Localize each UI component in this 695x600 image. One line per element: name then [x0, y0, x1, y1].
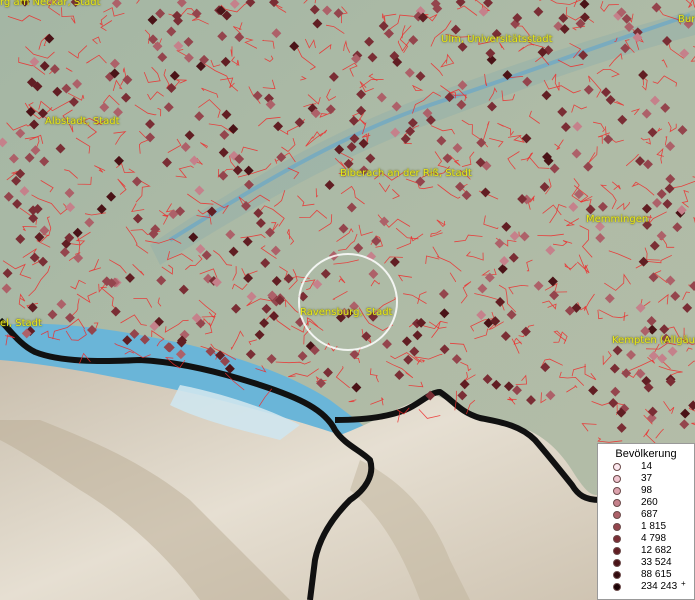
- legend-item: 687: [598, 509, 694, 521]
- legend-value: 234 243: [641, 581, 678, 592]
- legend-item: 37: [598, 473, 694, 485]
- legend-swatch: [613, 499, 621, 507]
- legend-title: Bevölkerung: [615, 448, 677, 460]
- legend-swatch: [613, 535, 621, 543]
- legend-value: 98: [641, 485, 653, 496]
- city-label-kempten[interactable]: Kempten (Allgäu): [612, 335, 695, 346]
- city-label-heilbronn[interactable]: rg am Neckar, Stadt: [0, 0, 101, 8]
- legend-value: 37: [641, 473, 653, 484]
- legend-swatch: [613, 475, 621, 483]
- city-label-memmingen[interactable]: Memmingen: [586, 214, 648, 225]
- legend-swatch: [613, 583, 621, 591]
- city-label-albstadt[interactable]: Albstadt, Stadt: [45, 116, 120, 127]
- legend-item: 14: [598, 461, 694, 473]
- legend-item: 260: [598, 497, 694, 509]
- legend-swatch: [613, 463, 621, 471]
- legend-value: 33 524: [641, 557, 672, 568]
- city-label-edge-left[interactable]: el, Stadt: [0, 318, 42, 329]
- city-label-edge-right[interactable]: Bur: [678, 14, 695, 25]
- legend-swatch: [613, 559, 621, 567]
- legend-value: 12 682: [641, 545, 672, 556]
- legend-value: 260: [641, 497, 658, 508]
- legend-item: 88 615: [598, 569, 694, 581]
- city-label-ulm[interactable]: Ulm, Universitätsstadt: [441, 34, 553, 45]
- legend-swatch: [613, 571, 621, 579]
- legend-value: 88 615: [641, 569, 672, 580]
- legend-swatch: [613, 511, 621, 519]
- legend-value: 4 798: [641, 533, 667, 544]
- legend-swatch: [613, 523, 621, 531]
- legend-item: 234 243 +: [598, 579, 694, 593]
- legend-value: 14: [641, 461, 653, 472]
- population-legend: Bevölkerung 14 37 98 260 687 1 815 4 798 12 682…: [597, 443, 695, 600]
- legend-item: 98: [598, 485, 694, 497]
- legend-item: 4 798: [598, 533, 694, 545]
- legend-swatch: [613, 487, 621, 495]
- legend-value: 1 815: [641, 521, 667, 532]
- legend-item: 1 815: [598, 521, 694, 533]
- city-label-ravensburg[interactable]: Ravensburg, Stadt: [300, 307, 392, 318]
- legend-swatch: [613, 547, 621, 555]
- city-label-biberach[interactable]: Biberach an der Riß, Stadt: [340, 168, 472, 179]
- selection-ring: [298, 253, 398, 351]
- map-view[interactable]: rg am Neckar, Stadt Ulm, Universitätssta…: [0, 0, 695, 600]
- legend-value: 687: [641, 509, 658, 520]
- legend-item: 12 682: [598, 545, 694, 557]
- legend-item: 33 524: [598, 557, 694, 569]
- legend-plus-marker: +: [681, 579, 686, 588]
